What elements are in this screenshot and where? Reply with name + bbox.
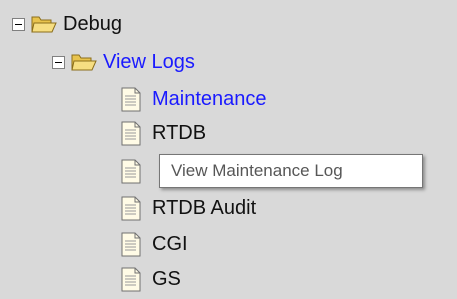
document-icon <box>121 121 141 145</box>
collapse-toggle-view-logs[interactable] <box>52 55 65 69</box>
tree-leaf-rtdb[interactable]: RTDB <box>121 118 206 148</box>
tree-leaf-label: Maintenance <box>152 88 267 110</box>
open-folder-icon <box>71 54 97 71</box>
document-icon <box>121 196 141 220</box>
tree-leaf-rtdb-audit[interactable]: RTDB Audit <box>121 193 256 223</box>
tree-node-view-logs[interactable]: View Logs <box>52 47 195 77</box>
tree-leaf-label: RTDB Audit <box>152 197 257 219</box>
tree-leaf-maintenance[interactable]: Maintenance <box>121 84 267 114</box>
tree-leaf-label: CGI <box>152 233 188 255</box>
log-tree: Debug View Logs Maintenance RTDB RTDB Au… <box>0 0 457 299</box>
tree-leaf-gs[interactable]: GS <box>121 264 181 294</box>
tree-node-debug[interactable]: Debug <box>12 9 122 39</box>
open-folder-icon <box>31 16 57 33</box>
document-icon <box>121 267 141 291</box>
tree-leaf-label: GS <box>152 268 181 290</box>
tree-node-label: Debug <box>63 13 122 35</box>
document-icon <box>121 87 141 111</box>
collapse-toggle-debug[interactable] <box>12 17 25 31</box>
tree-leaf-label: RTDB <box>152 122 207 144</box>
tree-node-label: View Logs <box>103 51 195 73</box>
tooltip: View Maintenance Log <box>159 154 423 188</box>
tree-leaf-hidden[interactable] <box>121 156 152 186</box>
tooltip-text: View Maintenance Log <box>171 161 343 180</box>
tree-leaf-cgi[interactable]: CGI <box>121 229 188 259</box>
document-icon <box>121 232 141 256</box>
document-icon <box>121 159 141 183</box>
